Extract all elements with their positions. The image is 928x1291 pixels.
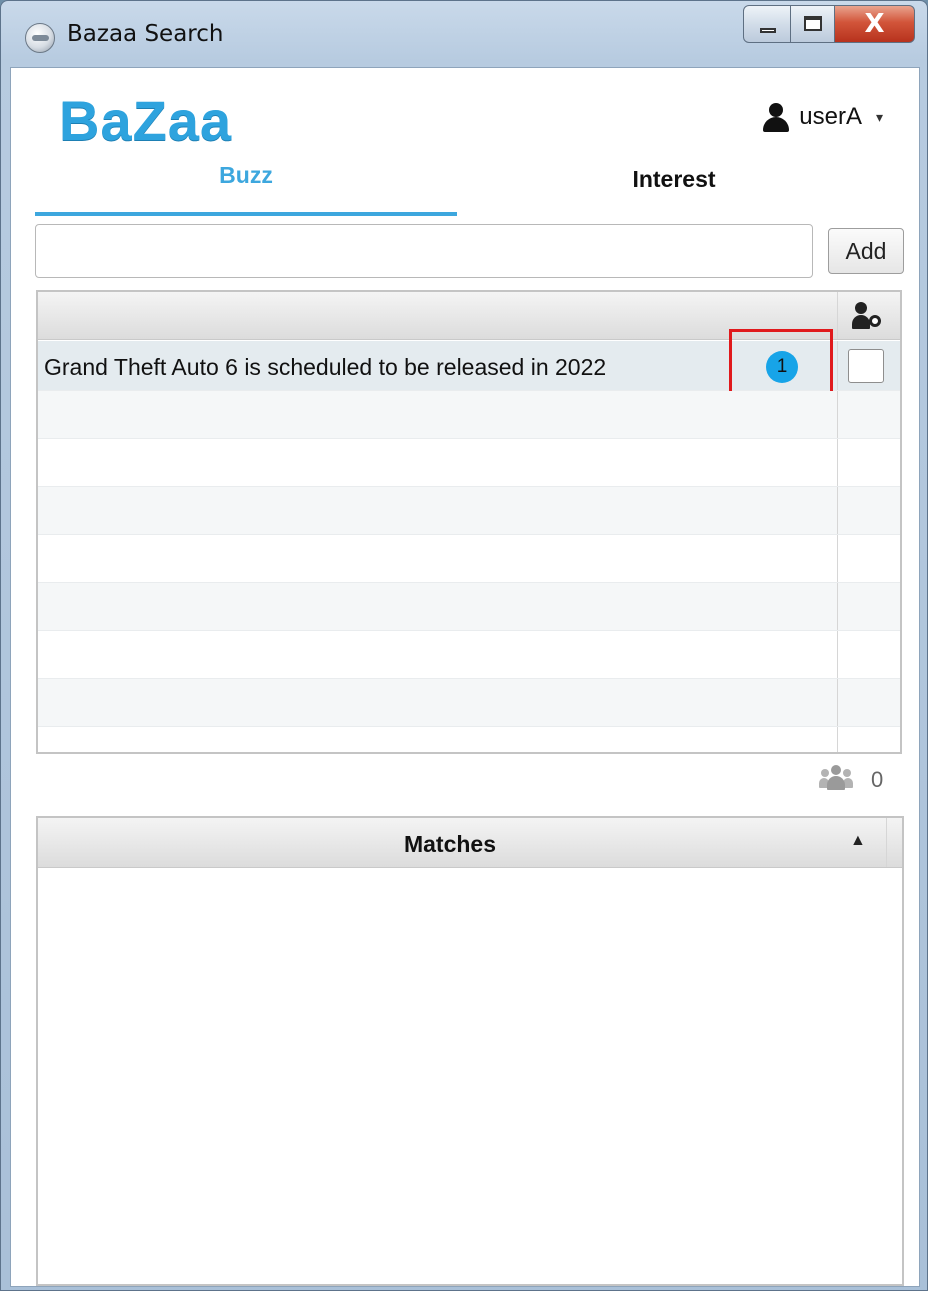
buzz-input[interactable] <box>35 224 813 278</box>
app-window: Bazaa Search X BaZaa userA ▾ Buzz Intere… <box>0 0 928 1291</box>
matches-title: Matches <box>403 831 497 857</box>
sort-up-icon[interactable]: ▲ <box>850 832 866 850</box>
matches-panel: Matches ▲ <box>36 816 904 1286</box>
add-button[interactable]: Add <box>828 228 904 274</box>
tab-buzz[interactable]: Buzz <box>35 154 457 216</box>
minimize-button[interactable] <box>743 5 791 43</box>
close-button[interactable]: X <box>835 5 915 43</box>
row-checkbox[interactable] <box>848 349 884 383</box>
tab-bar: Buzz Interest <box>35 154 891 216</box>
empty-row <box>38 631 900 679</box>
window-title: Bazaa Search <box>67 21 224 47</box>
maximize-icon <box>804 16 822 31</box>
empty-row <box>38 535 900 583</box>
title-bar[interactable]: Bazaa Search X <box>1 1 927 67</box>
user-icon <box>761 102 791 132</box>
add-buzz-row: Add <box>35 224 905 278</box>
buzz-text: Grand Theft Auto 6 is scheduled to be re… <box>44 354 607 380</box>
empty-row <box>38 439 900 487</box>
buzz-table: Grand Theft Auto 6 is scheduled to be re… <box>36 290 902 754</box>
group-icon <box>819 765 853 795</box>
table-body: Grand Theft Auto 6 is scheduled to be re… <box>38 329 900 752</box>
user-settings-icon[interactable] <box>852 302 884 332</box>
tab-interest[interactable]: Interest <box>457 154 891 216</box>
empty-row <box>38 727 900 752</box>
empty-row <box>38 391 900 439</box>
app-logo: BaZaa <box>59 89 233 152</box>
empty-row <box>38 487 900 535</box>
matches-header[interactable]: Matches ▲ <box>38 818 902 868</box>
table-row[interactable]: Grand Theft Auto 6 is scheduled to be re… <box>38 329 900 407</box>
participants-counter: 0 <box>819 765 883 795</box>
chevron-down-icon: ▾ <box>875 108 883 125</box>
empty-row <box>38 679 900 727</box>
close-icon: X <box>864 9 885 39</box>
empty-row <box>38 583 900 631</box>
window-controls: X <box>743 5 915 43</box>
user-menu[interactable]: userA ▾ <box>761 102 883 132</box>
minimize-icon <box>760 28 776 33</box>
user-name: userA <box>799 103 862 130</box>
participant-count: 0 <box>871 767 884 792</box>
maximize-button[interactable] <box>791 5 835 43</box>
app-icon <box>25 23 55 53</box>
client-area: BaZaa userA ▾ Buzz Interest Add Grand Th… <box>10 67 920 1287</box>
